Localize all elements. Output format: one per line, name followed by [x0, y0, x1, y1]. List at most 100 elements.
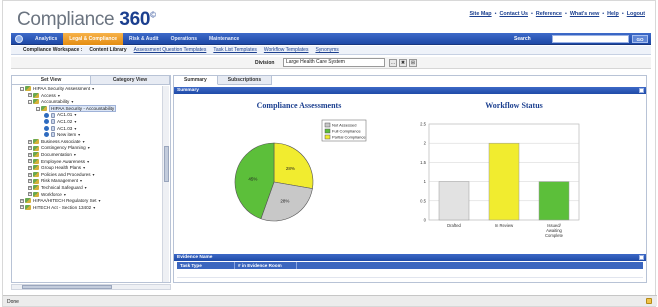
- toplink-help[interactable]: Help: [607, 11, 619, 17]
- tree-node[interactable]: - HIPAA Security - Accountability: [12, 104, 162, 113]
- tree-node[interactable]: - HIPAA Security Assessment ▾: [12, 86, 162, 93]
- tree-node-label[interactable]: Accountability: [41, 99, 69, 104]
- tree-node-label[interactable]: Contingency Planning: [41, 145, 86, 150]
- tree-expand-icon[interactable]: +: [28, 139, 32, 144]
- tree-scrollbar[interactable]: [162, 86, 169, 282]
- tree-node-label[interactable]: Business Associate: [41, 139, 81, 144]
- tree-node-label[interactable]: Access: [41, 93, 56, 98]
- tree-node-label[interactable]: Documentation: [41, 152, 72, 157]
- subnav-link-task-list-templates[interactable]: Task List Templates: [213, 47, 257, 53]
- tree-node-menu-icon[interactable]: ▾: [74, 126, 76, 131]
- tree-node-menu-icon[interactable]: ▾: [98, 198, 100, 203]
- tree-node[interactable]: AC1.02 ▾: [12, 119, 162, 126]
- tree-node-menu-icon[interactable]: ▾: [93, 172, 95, 177]
- division-field[interactable]: Large Health Care System: [283, 58, 385, 67]
- evidence-grid-row[interactable]: [177, 270, 643, 278]
- tree-expand-icon[interactable]: +: [28, 179, 32, 184]
- tree-node[interactable]: + Group Health Plans ▾: [12, 165, 162, 172]
- nav-tab-legal-compliance[interactable]: Legal & Compliance: [63, 33, 124, 45]
- tab-category-view[interactable]: Category View: [91, 76, 170, 84]
- nav-tab-risk-audit[interactable]: Risk & Audit: [123, 33, 165, 45]
- nav-tab-analytics[interactable]: Analytics: [29, 33, 63, 45]
- tree-expand-icon[interactable]: +: [28, 146, 32, 151]
- tree-node-menu-icon[interactable]: ▾: [87, 159, 89, 164]
- tree-node-label[interactable]: New item: [57, 132, 76, 137]
- tree-node-menu-icon[interactable]: ▾: [74, 152, 76, 157]
- tree-node-label[interactable]: AC1.03: [57, 126, 72, 131]
- tree-node[interactable]: + Technical Safeguard ▾: [12, 185, 162, 192]
- column-task-type[interactable]: Task Type: [177, 262, 235, 269]
- tree-scrollbar-thumb[interactable]: [164, 146, 169, 182]
- tree-node[interactable]: + Policies and Procedures ▾: [12, 172, 162, 179]
- tree-node[interactable]: AC1.03 ▾: [12, 126, 162, 133]
- tree-node[interactable]: + Risk Management ▾: [12, 178, 162, 185]
- tree-horizontal-scrollbar[interactable]: [11, 284, 171, 290]
- tree-node-menu-icon[interactable]: ▾: [92, 86, 94, 91]
- subnav-link-synonyms[interactable]: Synonyms: [315, 47, 338, 53]
- search-input[interactable]: [552, 35, 629, 43]
- tree-node-label[interactable]: Technical Safeguard: [41, 185, 83, 190]
- tree-node[interactable]: New item ▾: [12, 132, 162, 139]
- division-expand-button[interactable]: ⊞: [409, 59, 417, 67]
- toplink-what-s-new[interactable]: What's new: [570, 11, 599, 17]
- tree-node-menu-icon[interactable]: ▾: [83, 139, 85, 144]
- tree-node-label[interactable]: HIPAA Security Assessment: [33, 86, 90, 91]
- tree-expand-icon[interactable]: +: [28, 165, 32, 170]
- subnav-current-content-library[interactable]: Content Library: [89, 47, 126, 53]
- tree-node-menu-icon[interactable]: ▾: [93, 205, 95, 210]
- tree-node-label[interactable]: Employee Awareness: [41, 159, 85, 164]
- tree-node-menu-icon[interactable]: ▾: [58, 93, 60, 98]
- tree-node[interactable]: + Business Associate ▾: [12, 139, 162, 146]
- tree-expand-icon[interactable]: +: [20, 205, 24, 210]
- tree-expand-icon[interactable]: +: [28, 159, 32, 164]
- tree-node[interactable]: + Contingency Planning ▾: [12, 145, 162, 152]
- tree-node-label[interactable]: Risk Management: [41, 178, 78, 183]
- tree-node-menu-icon[interactable]: ▾: [80, 178, 82, 183]
- evidence-minimize-icon[interactable]: [639, 255, 644, 260]
- tree-expand-icon[interactable]: -: [28, 99, 32, 104]
- tree-node-menu-icon[interactable]: ▾: [64, 192, 66, 197]
- column-evidence-room-count[interactable]: # in Evidence Room: [235, 262, 297, 269]
- tree-node[interactable]: + HIPAA/HITECH Regulatory Set ▾: [12, 198, 162, 205]
- tree-node-menu-icon[interactable]: ▾: [85, 185, 87, 190]
- tree-node-label[interactable]: HIPAA Security - Accountability: [49, 104, 117, 112]
- toplink-site-map[interactable]: Site Map: [469, 11, 491, 17]
- tab-subscriptions[interactable]: Subscriptions: [217, 76, 273, 85]
- toplink-reference[interactable]: Reference: [536, 11, 562, 17]
- tree-expand-icon[interactable]: -: [36, 106, 40, 111]
- tree-node-label[interactable]: Group Health Plans: [41, 165, 81, 170]
- tab-set-view[interactable]: Set View: [12, 76, 91, 84]
- tree-node-menu-icon[interactable]: ▾: [74, 119, 76, 124]
- tree-node-menu-icon[interactable]: ▾: [88, 145, 90, 150]
- tree-node-label[interactable]: HIPAA/HITECH Regulatory Set: [33, 198, 96, 203]
- nav-tab-operations[interactable]: Operations: [165, 33, 203, 45]
- tree-expand-icon[interactable]: +: [28, 185, 32, 190]
- toplink-contact-us[interactable]: Contact Us: [500, 11, 528, 17]
- tree-node-label[interactable]: Policies and Procedures: [41, 172, 91, 177]
- summary-minimize-icon[interactable]: [639, 88, 644, 93]
- tree-node[interactable]: + Workforce ▾: [12, 192, 162, 199]
- tree-node-label[interactable]: AC1.02: [57, 119, 72, 124]
- search-go-button[interactable]: GO: [632, 35, 648, 43]
- tree-expand-icon[interactable]: +: [28, 192, 32, 197]
- tree-node-label[interactable]: HITECH Act - Section 13402: [33, 205, 91, 210]
- tree-node-menu-icon[interactable]: ▾: [78, 132, 80, 137]
- tree-node[interactable]: + Documentation ▾: [12, 152, 162, 159]
- tree-expand-icon[interactable]: +: [28, 93, 32, 98]
- tree-node-label[interactable]: Workforce: [41, 192, 62, 197]
- tree-node[interactable]: AC1.01 ▾: [12, 112, 162, 119]
- division-browse-button[interactable]: ...: [389, 59, 397, 67]
- tree-node[interactable]: + Access ▾: [12, 93, 162, 100]
- subnav-link-workflow-templates[interactable]: Workflow Templates: [264, 47, 309, 53]
- division-clear-button[interactable]: ✖: [399, 59, 407, 67]
- tree-horizontal-scrollbar-thumb[interactable]: [22, 285, 112, 289]
- tree-expand-icon[interactable]: +: [28, 152, 32, 157]
- tree-node[interactable]: + Employee Awareness ▾: [12, 159, 162, 166]
- tree-expand-icon[interactable]: -: [20, 86, 24, 91]
- home-icon[interactable]: [15, 35, 23, 43]
- tree-expand-icon[interactable]: +: [28, 172, 32, 177]
- tree-expand-icon[interactable]: +: [20, 198, 24, 203]
- subnav-link-assessment-question-templates[interactable]: Assessment Question Templates: [134, 47, 207, 53]
- tree-node-menu-icon[interactable]: ▾: [83, 165, 85, 170]
- tree-node-menu-icon[interactable]: ▾: [74, 112, 76, 117]
